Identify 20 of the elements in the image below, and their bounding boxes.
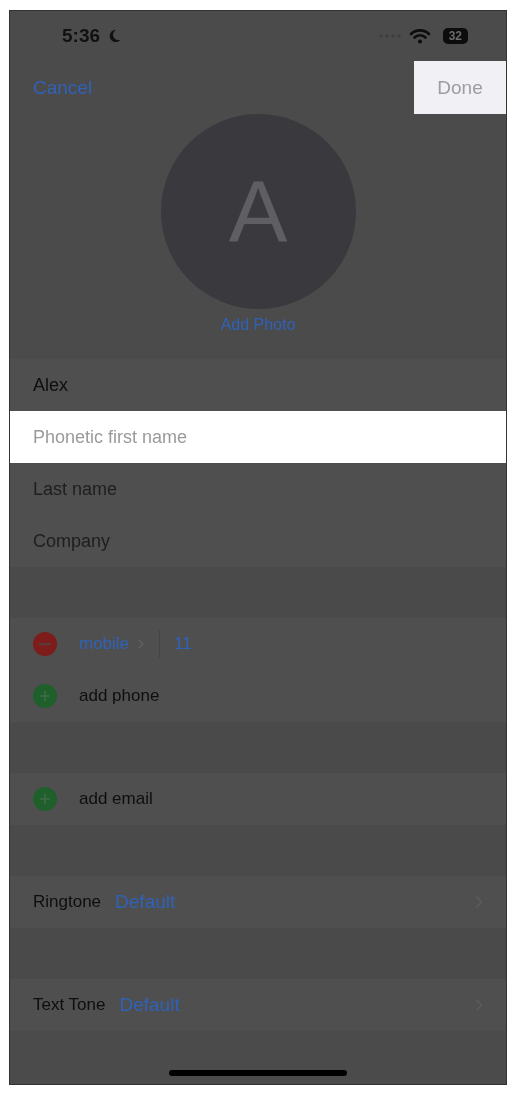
tone-value[interactable]: Default xyxy=(119,994,180,1016)
phone-number[interactable]: 11 xyxy=(174,634,192,654)
input-field[interactable]: Alex xyxy=(10,359,506,411)
wifi-icon xyxy=(408,28,431,44)
add-phone-button[interactable]: add phone xyxy=(79,686,160,706)
input-field[interactable]: Phonetic first name xyxy=(10,411,506,463)
moon-icon xyxy=(108,29,122,43)
add-icon[interactable] xyxy=(33,684,57,708)
done-button[interactable]: Done xyxy=(414,61,506,114)
battery-level: 32 xyxy=(442,28,468,44)
add-icon[interactable] xyxy=(33,787,57,811)
add-email-button[interactable]: add email xyxy=(79,789,153,809)
status-time: 5:36 xyxy=(62,25,101,47)
remove-icon[interactable] xyxy=(33,632,57,656)
tone-label: Ringtone xyxy=(33,892,102,912)
add-photo-link[interactable]: Add Photo xyxy=(220,316,296,334)
tone-label: Text Tone xyxy=(33,995,106,1015)
tone-value[interactable]: Default xyxy=(115,891,176,913)
cancel-button[interactable]: Cancel xyxy=(10,61,116,114)
phone-label[interactable]: mobile xyxy=(79,634,130,654)
